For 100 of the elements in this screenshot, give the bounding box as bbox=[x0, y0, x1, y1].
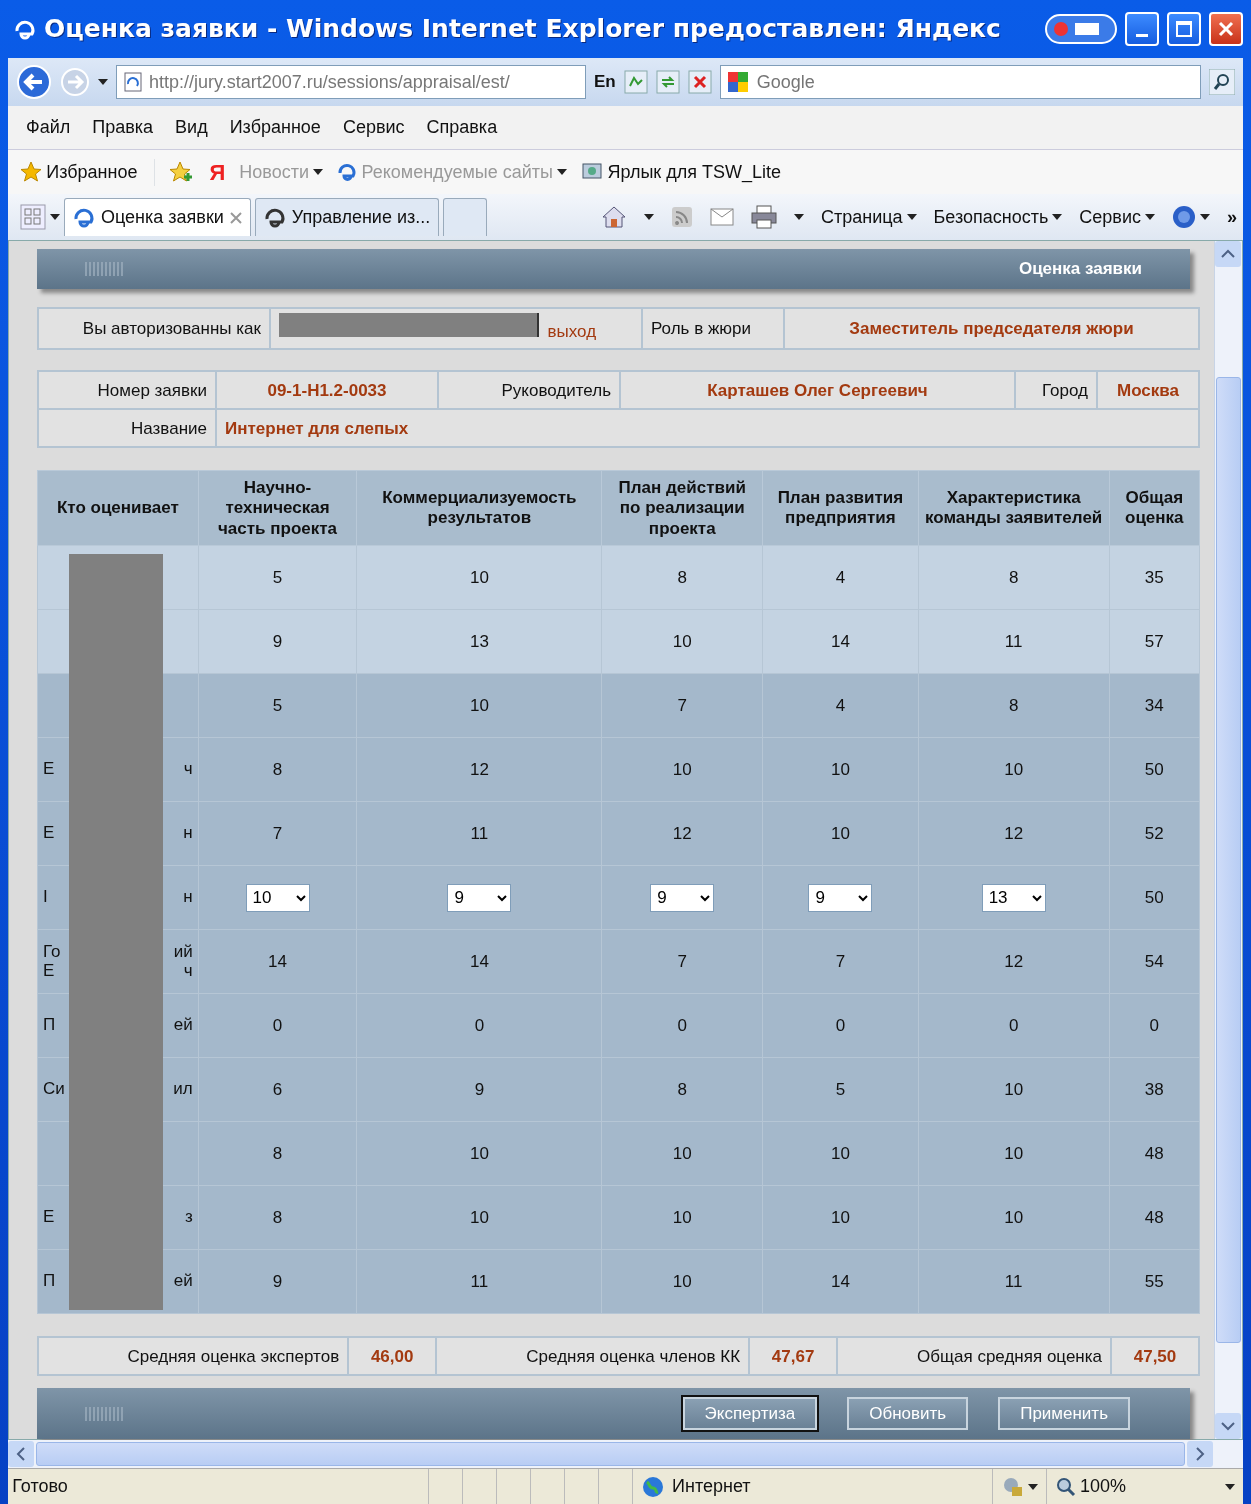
mail-icon[interactable] bbox=[709, 208, 734, 226]
column-header: Общая оценка bbox=[1109, 470, 1200, 546]
score-cell: 8 bbox=[198, 1185, 357, 1250]
scroll-up-icon[interactable] bbox=[1215, 241, 1241, 267]
score-cell: 12 bbox=[601, 801, 763, 866]
field-label: Город bbox=[1016, 372, 1096, 409]
favorites-link[interactable]: Ярлык для TSW_Lite bbox=[581, 158, 781, 186]
score-cell: 8 bbox=[601, 545, 763, 610]
page-icon bbox=[123, 72, 143, 92]
score-cell: 10 bbox=[918, 1057, 1110, 1122]
score-select[interactable]: 9 bbox=[808, 883, 873, 912]
score-cell: 12 bbox=[918, 929, 1110, 994]
score-cell: 10 bbox=[601, 737, 763, 802]
field-label: Название bbox=[39, 410, 215, 447]
score-select[interactable]: 9 bbox=[447, 883, 512, 912]
quick-tabs-icon[interactable] bbox=[20, 204, 46, 230]
search-icon[interactable] bbox=[1209, 69, 1235, 95]
browser-tab[interactable]: Оценка заявки bbox=[64, 198, 251, 236]
score-cell: 14 bbox=[762, 609, 919, 674]
favorites-button[interactable]: Избранное bbox=[20, 158, 156, 186]
score-cell: 12 bbox=[356, 737, 602, 802]
minimize-button[interactable] bbox=[1125, 12, 1159, 46]
maximize-icon bbox=[1175, 20, 1193, 38]
evaluator-name-fragment: ч bbox=[183, 961, 193, 981]
browser-logo-icon bbox=[14, 18, 36, 40]
browser-logo-icon bbox=[337, 162, 358, 182]
compatibility-icon[interactable] bbox=[623, 70, 648, 94]
score-select[interactable]: 9 bbox=[650, 883, 715, 912]
score-cell: 8 bbox=[198, 1121, 357, 1186]
menu-item[interactable]: Файл bbox=[26, 114, 71, 141]
score-cell: 10 bbox=[601, 1121, 763, 1186]
column-header: Характеристика команды заявителей bbox=[918, 470, 1110, 546]
field-value: Москва bbox=[1098, 372, 1198, 409]
score-cell: 4 bbox=[762, 545, 919, 610]
address-field[interactable]: http://jury.start2007.ru/sessions/appraisal/est/ bbox=[116, 65, 586, 99]
menu-item[interactable]: Вид bbox=[175, 114, 208, 141]
score-cell: 6 bbox=[198, 1057, 357, 1122]
column-header: Научно-техническая часть проекта bbox=[198, 470, 357, 546]
caret-icon bbox=[1200, 213, 1210, 221]
evaluator-name-fragment: ил bbox=[173, 1080, 193, 1100]
scroll-right-icon[interactable] bbox=[1187, 1441, 1213, 1467]
favorites-label: Избранное bbox=[46, 160, 138, 184]
score-select[interactable]: 13 bbox=[981, 883, 1046, 912]
header-title: Оценка заявки bbox=[1018, 258, 1142, 281]
total-cell: 50 bbox=[1109, 737, 1200, 802]
back-icon[interactable] bbox=[16, 64, 52, 100]
security-icon[interactable] bbox=[1001, 1475, 1024, 1498]
caret-icon bbox=[1224, 1482, 1235, 1491]
score-cell: 10 bbox=[601, 609, 763, 674]
scrollbar-thumb[interactable] bbox=[36, 1442, 1185, 1466]
scroll-left-icon[interactable] bbox=[8, 1441, 34, 1467]
caret-icon bbox=[1052, 213, 1063, 221]
star-icon bbox=[20, 161, 42, 183]
browser-tab[interactable]: Управление из... bbox=[254, 198, 440, 236]
score-cell: 10 bbox=[601, 1249, 763, 1314]
logout-link[interactable]: выход bbox=[547, 321, 597, 341]
evaluator-name-fragment: ей bbox=[173, 1272, 193, 1292]
feed-icon[interactable] bbox=[670, 206, 693, 228]
menu-item[interactable]: Сервис bbox=[342, 114, 405, 141]
score-cell: 10 bbox=[918, 1185, 1110, 1250]
refresh-icon[interactable] bbox=[655, 70, 680, 94]
evaluator-name-fragment: П bbox=[43, 1272, 56, 1292]
scroll-down-icon[interactable] bbox=[1215, 1413, 1241, 1439]
help-menu[interactable] bbox=[1172, 205, 1210, 229]
total-cell: 55 bbox=[1109, 1249, 1200, 1314]
close-icon[interactable] bbox=[229, 211, 242, 224]
score-select[interactable]: 10 bbox=[245, 883, 310, 912]
overflow-chevron[interactable]: » bbox=[1227, 203, 1237, 231]
menu-item[interactable]: Справка bbox=[426, 114, 498, 141]
caret-icon bbox=[793, 213, 804, 221]
score-cell: 4 bbox=[762, 673, 919, 738]
total-cell: 54 bbox=[1109, 929, 1200, 994]
field-label: Номер заявки bbox=[39, 372, 215, 409]
zoom-control[interactable]: 100% bbox=[1046, 1469, 1243, 1504]
evaluator-name-fragment: Си bbox=[43, 1080, 65, 1100]
score-cell: 8 bbox=[601, 1057, 763, 1122]
score-cell: 9 bbox=[198, 1249, 357, 1314]
stop-icon[interactable] bbox=[687, 70, 712, 94]
scrollbar-thumb[interactable] bbox=[1216, 377, 1241, 1343]
url-text: http://jury.start2007.ru/sessions/appraisal/est/ bbox=[149, 70, 510, 94]
total-cell: 38 bbox=[1109, 1057, 1200, 1122]
maximize-button[interactable] bbox=[1167, 12, 1201, 46]
score-cell: 10 bbox=[356, 673, 602, 738]
score-cell: 11 bbox=[918, 609, 1110, 674]
command-menu[interactable]: Безопасность bbox=[933, 203, 1063, 231]
score-cell: 8 bbox=[918, 673, 1110, 738]
printer-icon[interactable] bbox=[750, 205, 777, 229]
minimize-icon bbox=[1136, 33, 1148, 37]
command-menu[interactable]: Страница bbox=[820, 203, 917, 231]
home-icon[interactable] bbox=[600, 205, 627, 229]
close-button[interactable] bbox=[1209, 12, 1243, 46]
evaluator-name-fragment: ч bbox=[183, 760, 193, 780]
caret-icon bbox=[557, 168, 568, 176]
new-tab-button[interactable] bbox=[443, 198, 488, 236]
menu-item[interactable]: Избранное bbox=[229, 114, 321, 141]
command-menu[interactable]: Сервис bbox=[1079, 203, 1155, 231]
total-cell: 48 bbox=[1109, 1121, 1200, 1186]
search-field[interactable]: Google bbox=[719, 65, 1201, 99]
menu-item[interactable]: Правка bbox=[92, 114, 154, 141]
help-icon bbox=[1172, 205, 1196, 229]
